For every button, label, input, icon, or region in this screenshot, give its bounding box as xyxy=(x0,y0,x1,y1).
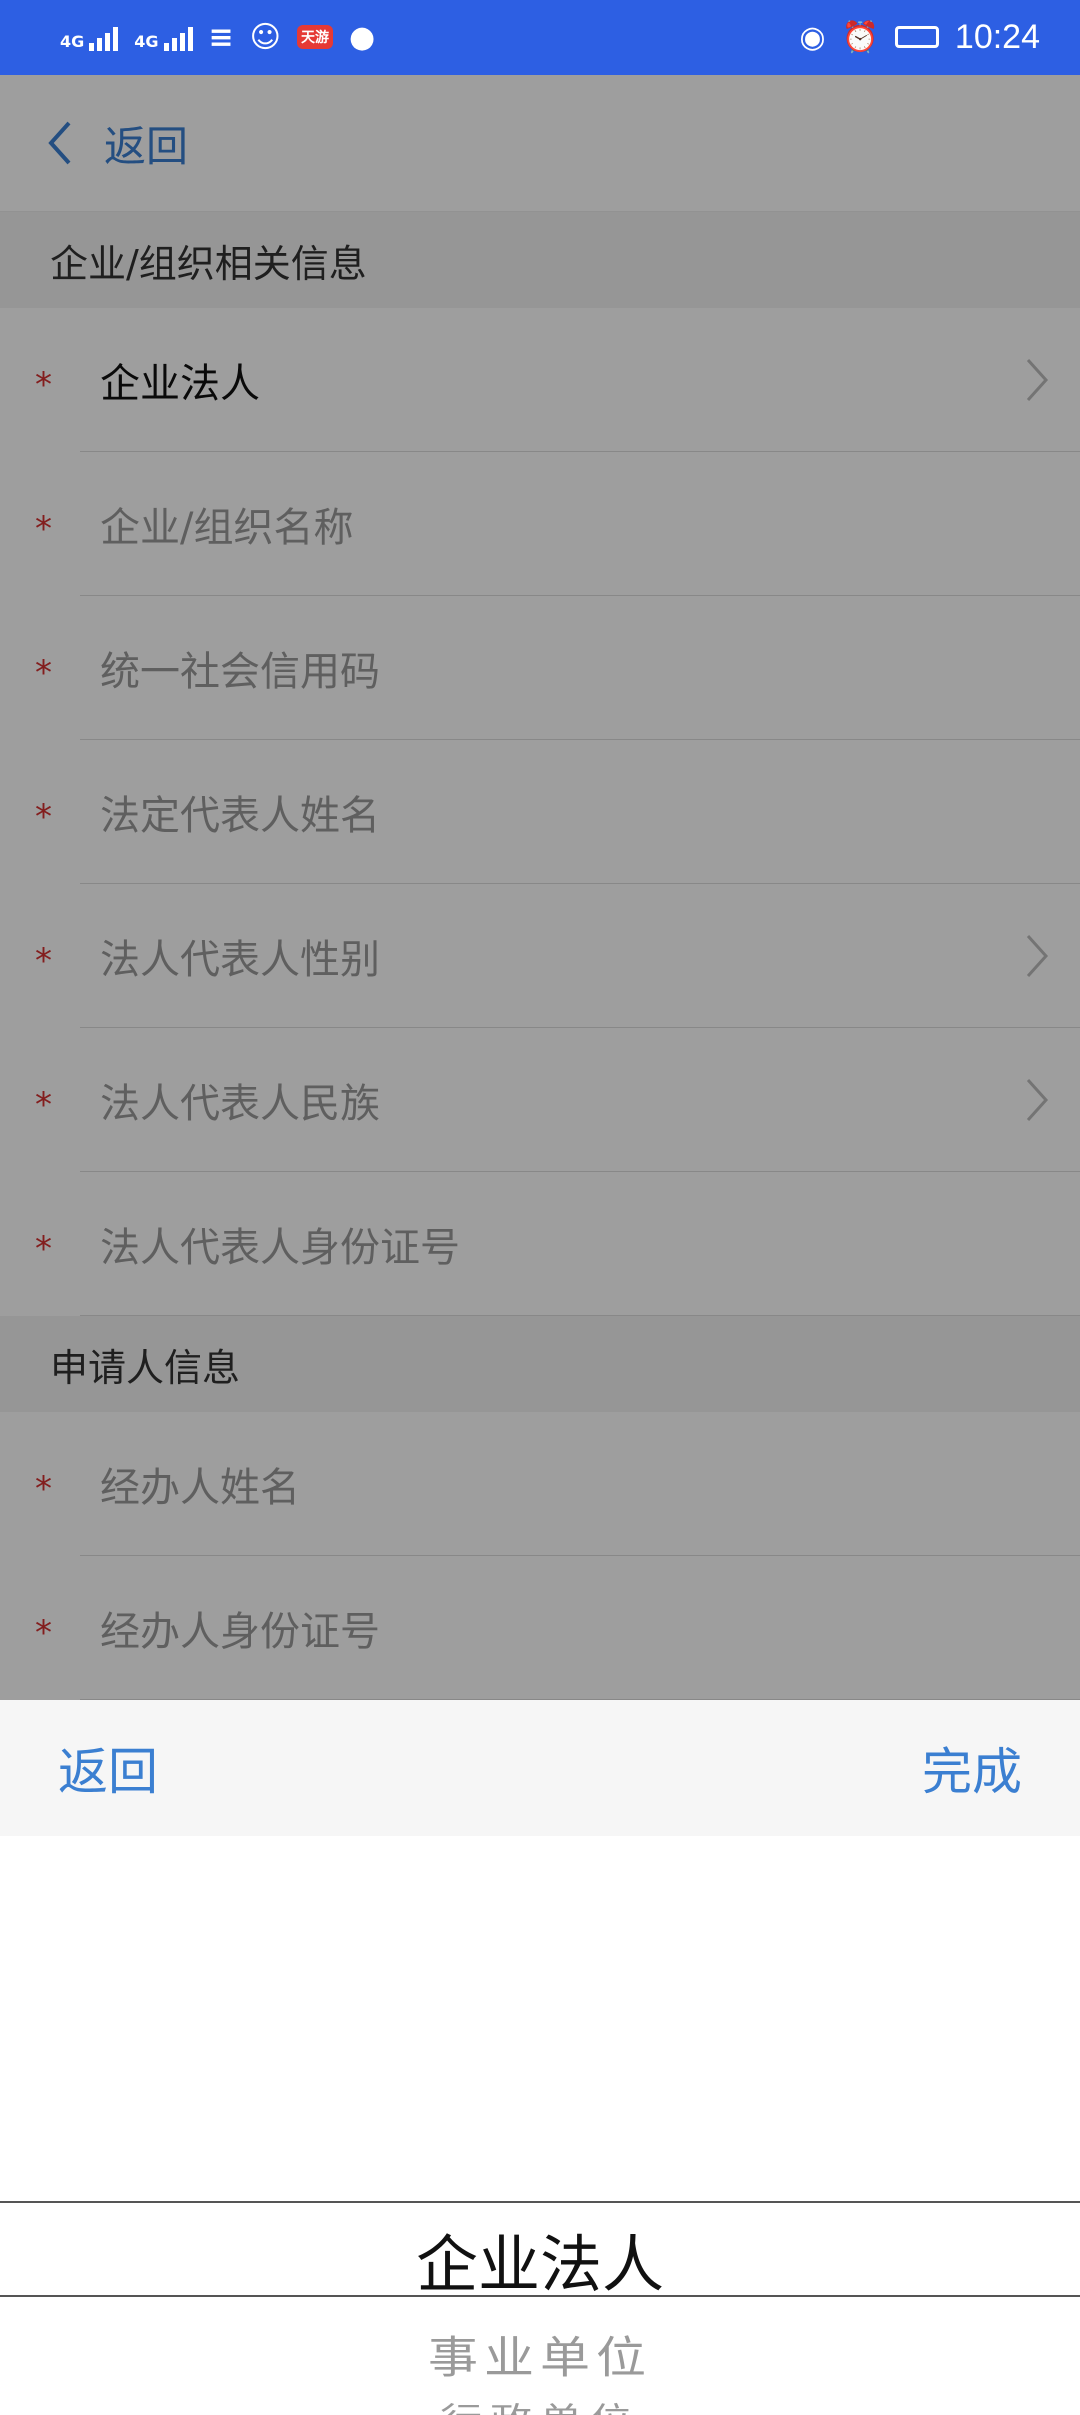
alarm-icon: ⏰ xyxy=(841,20,879,54)
picker-sheet: 返回 完成 企业法人 事业单位 行政单位 社团 xyxy=(0,1700,1080,2415)
form: 企业/组织相关信息 * 企业法人 * 企业/组织名称 * 统一社会信用码 * 法… xyxy=(0,212,1080,1700)
field-rep-name[interactable]: * 法定代表人姓名 xyxy=(0,740,1080,884)
required-mark: * xyxy=(35,941,52,981)
chevron-right-icon xyxy=(1026,358,1049,402)
required-mark: * xyxy=(35,365,52,405)
field-label: 统一社会信用码 xyxy=(100,649,380,695)
chevron-right-icon xyxy=(1026,1078,1049,1122)
field-label: 企业/组织名称 xyxy=(100,505,354,551)
section-header-applicant: 申请人信息 xyxy=(0,1316,1080,1412)
field-rep-id[interactable]: * 法人代表人身份证号 xyxy=(0,1172,1080,1316)
field-label: 法定代表人姓名 xyxy=(100,793,380,839)
field-label: 法人代表人性别 xyxy=(100,937,380,983)
signal-icon: 4G xyxy=(60,23,119,51)
picker-selection-top-line xyxy=(0,2201,1080,2203)
top-nav: 返回 xyxy=(0,75,1080,212)
field-credit-code[interactable]: * 统一社会信用码 xyxy=(0,596,1080,740)
app-content: 返回 企业/组织相关信息 * 企业法人 * 企业/组织名称 * 统一社会信用码 … xyxy=(0,75,1080,2415)
field-agent-name[interactable]: * 经办人姓名 xyxy=(0,1412,1080,1556)
picker-toolbar: 返回 完成 xyxy=(0,1700,1080,1836)
field-agent-id[interactable]: * 经办人身份证号 xyxy=(0,1556,1080,1700)
qq-icon: ☺ xyxy=(249,19,281,55)
field-label: 法人代表人身份证号 xyxy=(100,1225,460,1271)
picker-option-selected[interactable]: 企业法人 xyxy=(0,2214,1080,2304)
app-badge: 天游 xyxy=(296,25,333,49)
field-org-name[interactable]: * 企业/组织名称 xyxy=(0,452,1080,596)
wifi-icon: ≡ xyxy=(208,19,234,55)
field-label: 法人代表人民族 xyxy=(100,1081,380,1127)
picker-selection-bottom-line xyxy=(0,2295,1080,2297)
required-mark: * xyxy=(35,1229,52,1269)
status-left: 4G 4G ≡ ☺ 天游 ● xyxy=(60,12,375,62)
signal-icon-2: 4G xyxy=(134,23,193,51)
section-header-enterprise: 企业/组织相关信息 xyxy=(0,212,1080,308)
required-mark: * xyxy=(35,797,52,837)
picker-option[interactable]: 事业单位 xyxy=(0,2322,1080,2385)
required-mark: * xyxy=(35,1613,52,1653)
field-enterprise-type[interactable]: * 企业法人 xyxy=(0,308,1080,452)
eye-icon: ◉ xyxy=(799,20,826,54)
message-icon: ● xyxy=(348,19,376,55)
field-label: 企业法人 xyxy=(100,361,260,407)
required-mark: * xyxy=(35,1085,52,1125)
required-mark: * xyxy=(35,509,52,549)
back-chevron-icon[interactable] xyxy=(36,119,84,167)
picker-wheel[interactable]: 企业法人 事业单位 行政单位 社团 xyxy=(0,1836,1080,2415)
picker-done-button[interactable]: 完成 xyxy=(922,1732,1022,1804)
status-right: ◉ ⏰ 10:24 xyxy=(799,12,1040,62)
status-bar: 4G 4G ≡ ☺ 天游 ● ◉ ⏰ 10:24 xyxy=(0,0,1080,75)
picker-option[interactable]: 行政单位 xyxy=(0,2394,1080,2415)
picker-cancel-button[interactable]: 返回 xyxy=(58,1732,158,1804)
required-mark: * xyxy=(35,1469,52,1509)
status-time: 10:24 xyxy=(954,17,1040,56)
field-label: 经办人身份证号 xyxy=(100,1609,380,1655)
field-rep-ethnicity[interactable]: * 法人代表人民族 xyxy=(0,1028,1080,1172)
field-label: 经办人姓名 xyxy=(100,1465,300,1511)
chevron-right-icon xyxy=(1026,934,1049,978)
field-rep-gender[interactable]: * 法人代表人性别 xyxy=(0,884,1080,1028)
required-mark: * xyxy=(35,653,52,693)
battery-icon xyxy=(894,26,939,48)
back-button[interactable]: 返回 xyxy=(104,113,188,174)
